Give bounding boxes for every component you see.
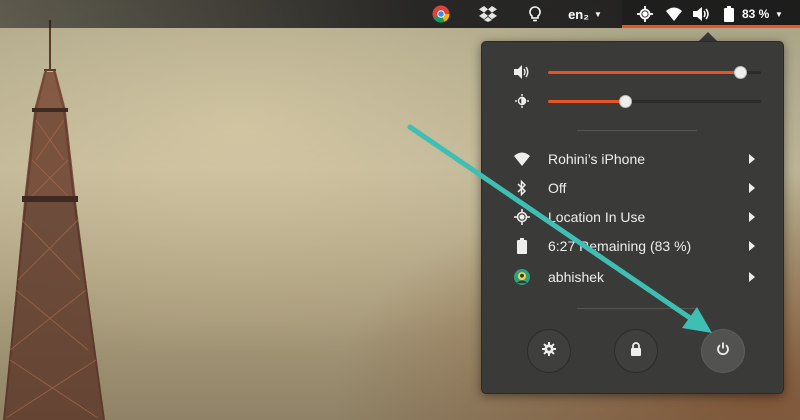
battery-item[interactable]: 6:27 Remaining (83 %): [482, 232, 785, 260]
brightness-icon: [514, 93, 530, 109]
location-label: Location In Use: [548, 209, 646, 225]
chevron-right-icon: [749, 272, 755, 282]
system-menu-popup: Rohini’s iPhone Off Location In Use 6:27…: [481, 41, 784, 394]
brightness-slider-handle[interactable]: [618, 95, 632, 108]
battery-label: 6:27 Remaining (83 %): [548, 238, 692, 254]
lightbulb-icon[interactable]: [524, 0, 546, 28]
settings-button[interactable]: [527, 329, 571, 373]
language-label: en₂: [568, 6, 590, 22]
separator: [577, 130, 697, 131]
bluetooth-label: Off: [548, 180, 567, 196]
wifi-icon: [666, 0, 682, 28]
battery-icon: [514, 238, 530, 254]
battery-icon: [724, 0, 734, 28]
location-item[interactable]: Location In Use: [482, 203, 785, 231]
battery-percentage: 83 %: [742, 7, 770, 21]
chevron-right-icon: [749, 241, 755, 251]
lock-icon: [630, 341, 642, 361]
lock-button[interactable]: [614, 329, 658, 373]
volume-slider-handle[interactable]: [733, 66, 747, 79]
eiffel-tower-image: [3, 20, 105, 420]
chevron-right-icon: [749, 212, 755, 222]
volume-slider[interactable]: [548, 66, 761, 79]
chevron-down-icon: ▼: [775, 9, 783, 19]
chevron-right-icon: [749, 183, 755, 193]
dropbox-icon[interactable]: [477, 0, 499, 28]
chrome-icon[interactable]: [430, 0, 452, 28]
user-avatar-icon: [514, 269, 530, 285]
location-icon: [514, 209, 530, 225]
volume-slider-row: [482, 62, 785, 82]
chevron-down-icon: ▼: [594, 9, 602, 19]
bluetooth-icon: [514, 180, 530, 196]
separator: [577, 308, 697, 309]
wifi-network-item[interactable]: Rohini’s iPhone: [482, 145, 785, 173]
user-label: abhishek: [548, 269, 605, 285]
power-button[interactable]: [701, 329, 745, 373]
volume-icon: [514, 64, 530, 80]
chevron-right-icon: [749, 154, 755, 164]
gear-icon: [542, 341, 556, 361]
wifi-icon: [514, 151, 530, 167]
brightness-slider-row: [482, 91, 785, 111]
volume-icon: [693, 0, 711, 28]
keyboard-language-menu[interactable]: en₂ ▼: [562, 0, 608, 28]
location-icon: [637, 0, 653, 28]
menu-pointer: [699, 32, 717, 41]
brightness-slider[interactable]: [548, 95, 761, 108]
bluetooth-item[interactable]: Off: [482, 174, 785, 202]
power-icon: [716, 342, 730, 361]
user-item[interactable]: abhishek: [482, 263, 785, 291]
wifi-label: Rohini’s iPhone: [548, 151, 646, 167]
